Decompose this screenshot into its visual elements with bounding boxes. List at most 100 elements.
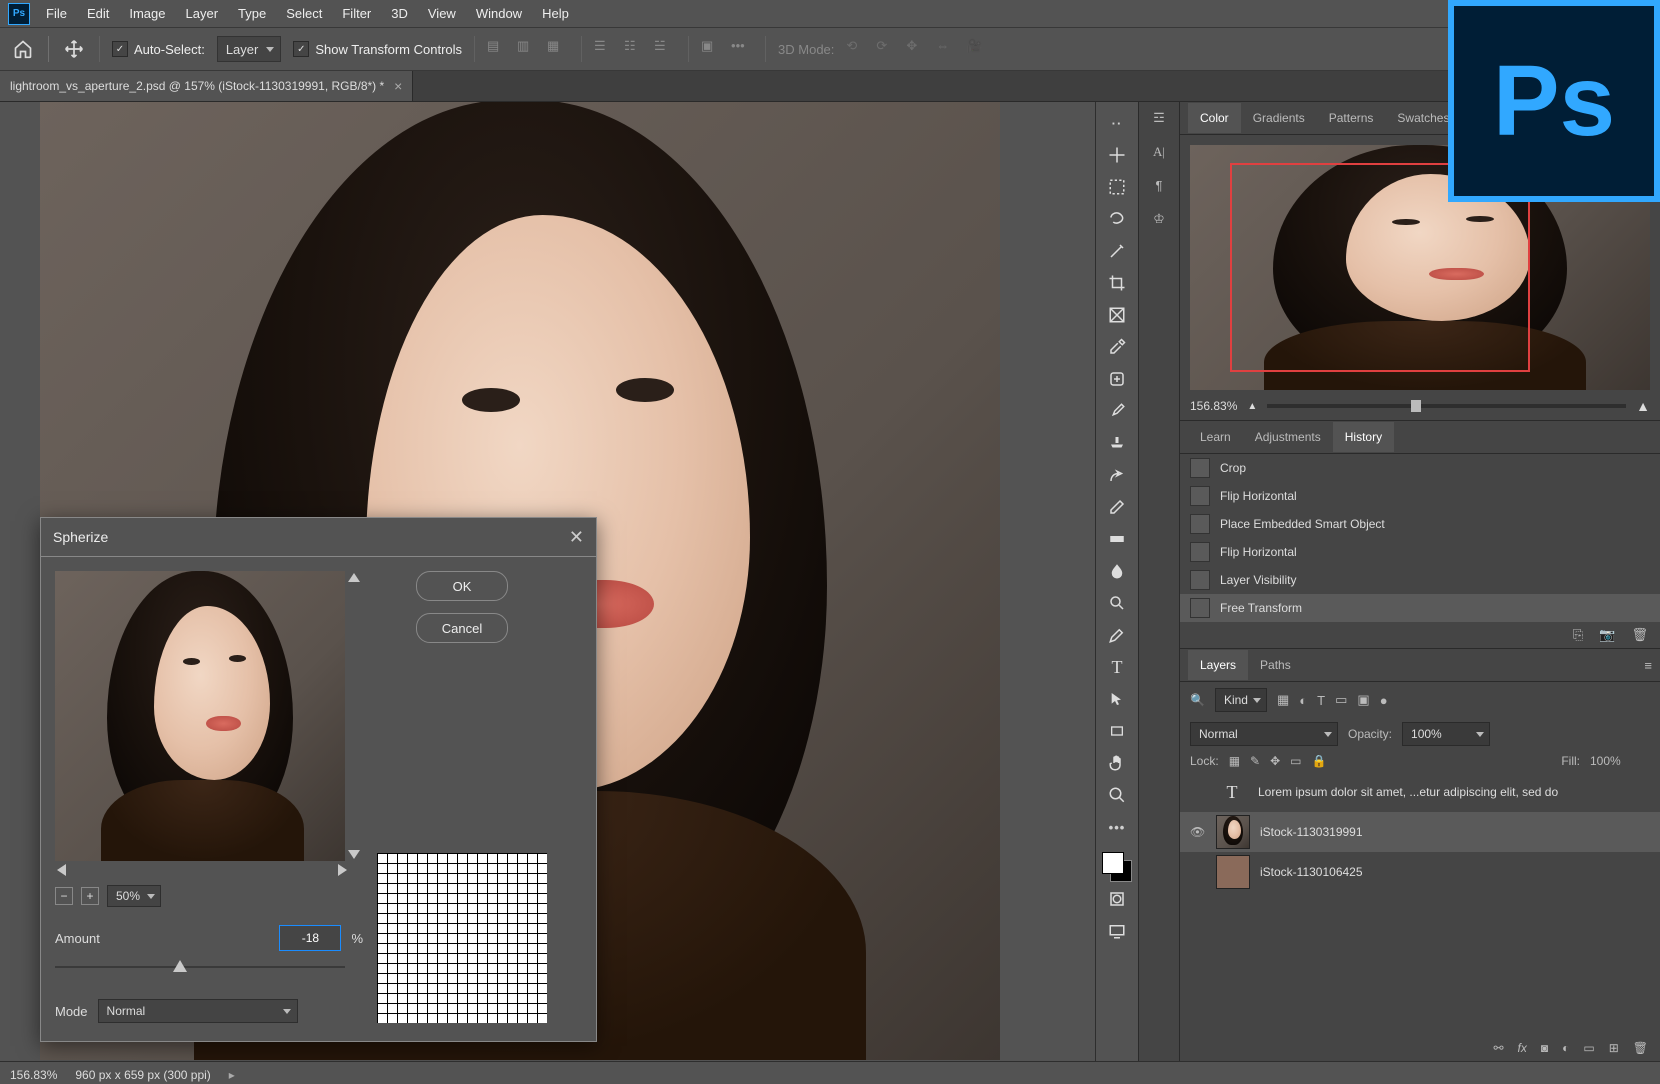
dialog-preview[interactable] (55, 571, 345, 861)
link-layers-icon[interactable]: ⚯ (1493, 1041, 1503, 1055)
foreground-color-swatch[interactable] (1102, 852, 1124, 874)
align-left-icon[interactable]: ▤ (487, 38, 509, 60)
align-center-icon[interactable]: ▥ (517, 38, 539, 60)
clone-stamp-tool[interactable] (1101, 428, 1133, 458)
history-item[interactable]: Place Embedded Smart Object (1180, 510, 1660, 538)
menu-window[interactable]: Window (466, 2, 532, 25)
filter-type-icon[interactable]: T (1317, 693, 1325, 708)
home-icon[interactable] (10, 36, 36, 62)
scroll-down-icon[interactable] (348, 850, 360, 859)
menu-3d[interactable]: 3D (381, 2, 418, 25)
eyedropper-tool[interactable] (1101, 332, 1133, 362)
color-swatches[interactable] (1102, 852, 1132, 882)
amount-slider[interactable] (55, 957, 345, 977)
menu-view[interactable]: View (418, 2, 466, 25)
nav-zoom-in-icon[interactable]: ▲ (1636, 398, 1650, 414)
scroll-up-icon[interactable] (348, 573, 360, 582)
character-panel-icon[interactable]: A| (1153, 144, 1165, 160)
opacity-input[interactable]: 100% (1402, 722, 1490, 746)
layer-row[interactable]: T Lorem ipsum dolor sit amet, ...etur ad… (1180, 772, 1660, 812)
crop-tool[interactable] (1101, 268, 1133, 298)
delete-state-icon[interactable]: 🗑 (1631, 627, 1648, 643)
menu-filter[interactable]: Filter (332, 2, 381, 25)
scroll-right-icon[interactable] (338, 864, 347, 876)
canvas-area[interactable]: Spherize ✕ (0, 102, 1095, 1061)
history-item[interactable]: Flip Horizontal (1180, 538, 1660, 566)
amount-input[interactable] (279, 925, 341, 951)
history-item[interactable]: Layer Visibility (1180, 566, 1660, 594)
fill-input[interactable]: 100% (1590, 754, 1650, 768)
lock-artboard-icon[interactable]: ▭ (1290, 754, 1301, 768)
layer-style-icon[interactable]: fx (1518, 1041, 1527, 1055)
frame-tool[interactable] (1101, 300, 1133, 330)
menu-file[interactable]: File (36, 2, 77, 25)
filter-pixel-icon[interactable]: ▦ (1277, 692, 1289, 708)
show-transform-checkbox[interactable]: ✓ Show Transform Controls (293, 41, 462, 57)
tab-gradients[interactable]: Gradients (1241, 103, 1317, 133)
lock-position-icon[interactable]: ✥ (1270, 754, 1280, 768)
adjustment-layer-icon[interactable]: ◐ (1562, 1041, 1569, 1055)
blur-tool[interactable] (1101, 556, 1133, 586)
marquee-tool[interactable] (1101, 172, 1133, 202)
edit-toolbar-icon[interactable]: ••• (1101, 812, 1133, 842)
paragraph-panel-icon[interactable]: ¶ (1156, 178, 1163, 193)
new-layer-icon[interactable]: ⊞ (1609, 1041, 1619, 1055)
history-item[interactable]: Free Transform (1180, 594, 1660, 622)
history-item[interactable]: Crop (1180, 454, 1660, 482)
dialog-close-icon[interactable]: ✕ (569, 527, 584, 548)
navigator-zoom-slider[interactable] (1267, 404, 1626, 408)
zoom-tool[interactable] (1101, 780, 1133, 810)
layer-group-icon[interactable]: ▭ (1583, 1041, 1594, 1055)
layer-row[interactable]: 👁 iStock-1130319991 (1180, 812, 1660, 852)
lock-all-icon[interactable]: 🔒 (1312, 754, 1327, 768)
distribute-v-icon[interactable]: ☷ (624, 38, 646, 60)
document-tab[interactable]: lightroom_vs_aperture_2.psd @ 157% (iSto… (0, 71, 413, 101)
tab-adjustments[interactable]: Adjustments (1243, 422, 1333, 452)
cancel-button[interactable]: Cancel (416, 613, 508, 643)
preview-hscroll[interactable] (55, 861, 349, 879)
path-selection-tool[interactable] (1101, 684, 1133, 714)
filter-smart-icon[interactable]: ▣ (1357, 692, 1369, 708)
ok-button[interactable]: OK (416, 571, 508, 601)
move-tool-icon[interactable] (61, 36, 87, 62)
close-tab-icon[interactable]: × (394, 78, 402, 94)
tab-history[interactable]: History (1333, 422, 1394, 452)
status-zoom[interactable]: 156.83% (10, 1068, 57, 1082)
brush-tool[interactable] (1101, 396, 1133, 426)
panel-menu-icon[interactable]: ≡ (1644, 658, 1652, 673)
menu-layer[interactable]: Layer (176, 2, 229, 25)
visibility-toggle[interactable]: 👁 (1190, 825, 1206, 839)
new-document-from-state-icon[interactable]: ⎘ (1573, 627, 1583, 643)
zoom-in-button[interactable]: + (81, 887, 99, 905)
menu-image[interactable]: Image (119, 2, 175, 25)
layer-thumbnail[interactable] (1216, 815, 1250, 849)
lasso-tool[interactable] (1101, 204, 1133, 234)
tab-paths[interactable]: Paths (1248, 650, 1303, 680)
tab-learn[interactable]: Learn (1188, 422, 1243, 452)
nav-zoom-out-icon[interactable]: ▲ (1247, 401, 1257, 412)
auto-select-target-dropdown[interactable]: Layer (217, 36, 282, 62)
scroll-left-icon[interactable] (57, 864, 66, 876)
dodge-tool[interactable] (1101, 588, 1133, 618)
auto-select-checkbox[interactable]: ✓ Auto-Select: (112, 41, 205, 57)
type-tool[interactable]: T (1101, 652, 1133, 682)
panel-grip-icon[interactable]: ·· (1101, 108, 1133, 138)
menu-select[interactable]: Select (276, 2, 332, 25)
lock-transparency-icon[interactable]: ▦ (1229, 754, 1240, 768)
menu-edit[interactable]: Edit (77, 2, 119, 25)
layer-thumbnail[interactable] (1216, 855, 1250, 889)
align-extra-icon[interactable]: ▣ (701, 38, 723, 60)
more-options-icon[interactable]: ••• (731, 38, 753, 60)
hand-tool[interactable] (1101, 748, 1133, 778)
move-tool[interactable] (1101, 140, 1133, 170)
lock-image-icon[interactable]: ✎ (1250, 754, 1260, 768)
distribute-h-icon[interactable]: ☰ (594, 38, 616, 60)
history-item[interactable]: Flip Horizontal (1180, 482, 1660, 510)
tab-patterns[interactable]: Patterns (1317, 103, 1386, 133)
screen-mode-icon[interactable] (1101, 916, 1133, 946)
rectangle-tool[interactable] (1101, 716, 1133, 746)
properties-panel-icon[interactable]: ☲ (1153, 110, 1165, 126)
filter-adjust-icon[interactable]: ◐ (1299, 693, 1307, 708)
status-menu-icon[interactable]: ▸ (229, 1068, 235, 1082)
preview-vscroll[interactable] (345, 571, 363, 861)
